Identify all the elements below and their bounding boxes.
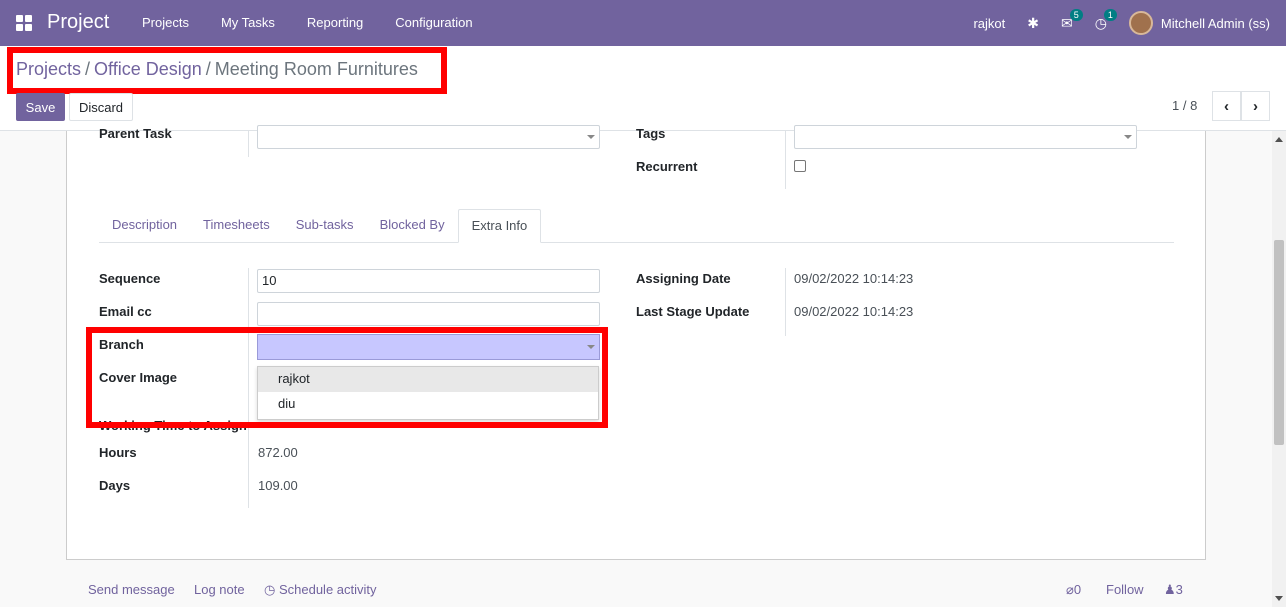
menu-item-my-tasks[interactable]: My Tasks [221,15,275,30]
main-menu: Projects My Tasks Reporting Configuratio… [142,15,505,30]
user-avatar[interactable] [1128,11,1153,35]
activities-icon[interactable]: ◷ 1 [1095,8,1117,32]
highlight-box [86,327,608,428]
top-navbar: Project Projects My Tasks Reporting Conf… [0,0,1286,46]
company-switcher[interactable]: rajkot [973,16,1005,31]
apps-menu-icon[interactable] [16,15,32,31]
chevron-right-icon: › [1253,97,1258,115]
tab-blocked-by[interactable]: Blocked By [367,209,458,242]
email-cc-field[interactable] [257,302,600,326]
menu-item-reporting[interactable]: Reporting [307,15,363,30]
notebook-tabs: Description Timesheets Sub-tasks Blocked… [99,209,1174,243]
tab-sub-tasks[interactable]: Sub-tasks [283,209,367,242]
last-stage-update-label: Last Stage Update [636,304,750,319]
caret-down-icon [1124,135,1132,139]
scrollbar[interactable] [1272,131,1286,607]
divider [248,131,249,157]
caret-down-icon [587,135,595,139]
discard-button[interactable]: Discard [69,93,133,121]
follow-button[interactable]: Follow [1106,582,1144,597]
navbar-systray: rajkot ✱ ✉ 5 ◷ 1 Mitchell Admin (ss) [973,0,1270,46]
scroll-down-arrow-icon[interactable] [1275,596,1283,601]
last-stage-update-value: 09/02/2022 10:14:23 [794,304,914,319]
activities-badge: 1 [1103,8,1117,21]
assigning-date-value: 09/02/2022 10:14:23 [794,271,914,286]
divider [785,131,786,189]
hours-value: 872.00 [258,445,298,460]
attachments-count: 0 [1073,582,1082,597]
menu-item-configuration[interactable]: Configuration [395,15,472,30]
app-brand[interactable]: Project [47,11,109,34]
pager-buttons: ‹ › [1212,91,1270,121]
attachments-button[interactable]: ⌀0 [1066,582,1081,598]
messages-icon[interactable]: ✉ 5 [1061,8,1083,32]
save-button[interactable]: Save [16,93,65,121]
highlight-box [7,47,447,94]
menu-item-projects[interactable]: Projects [142,15,189,30]
days-value: 109.00 [258,478,298,493]
pager-previous-button[interactable]: ‹ [1212,91,1241,121]
log-note-button[interactable]: Log note [194,582,245,597]
chatter-topbar: Send message Log note ◷ Schedule activit… [0,560,1286,607]
schedule-activity-label: Schedule activity [278,582,377,597]
followers-count: 3 [1175,582,1183,597]
sequence-label: Sequence [99,271,161,286]
control-panel: Projects / Office Design / Meeting Room … [0,46,1286,131]
recurrent-label: Recurrent [636,159,698,174]
followers-button[interactable]: ♟3 [1164,582,1183,598]
schedule-activity-button[interactable]: ◷ Schedule activity [264,582,377,598]
days-label: Days [99,478,131,493]
user-menu[interactable]: Mitchell Admin (ss) [1161,16,1270,31]
assigning-date-label: Assigning Date [636,271,731,286]
send-message-button[interactable]: Send message [88,582,175,597]
tab-extra-info[interactable]: Extra Info [457,209,542,243]
parent-task-label: Parent Task [99,126,172,141]
tags-label: Tags [636,126,666,141]
email-cc-label: Email cc [99,304,152,319]
form-sheet: Parent Task Tags Recurrent Description T… [66,125,1206,560]
parent-task-field[interactable] [257,125,600,149]
user-icon: ♟ [1164,582,1176,597]
recurrent-checkbox[interactable] [794,160,806,172]
divider [785,268,786,336]
tab-timesheets[interactable]: Timesheets [190,209,283,242]
pager-value[interactable]: 1 / 8 [1172,98,1197,113]
pager-next-button[interactable]: › [1241,91,1270,121]
tags-field[interactable] [794,125,1137,149]
sequence-field[interactable]: 10 [257,269,600,293]
paperclip-icon: ⌀ [1066,582,1074,597]
chevron-left-icon: ‹ [1224,97,1229,115]
scroll-thumb[interactable] [1274,240,1284,445]
messages-badge: 5 [1069,8,1083,21]
clock-icon: ◷ [264,582,279,597]
hours-label: Hours [99,445,137,460]
scroll-up-arrow-icon[interactable] [1275,137,1283,142]
bug-icon[interactable]: ✱ [1027,15,1039,32]
tab-description[interactable]: Description [99,209,190,242]
